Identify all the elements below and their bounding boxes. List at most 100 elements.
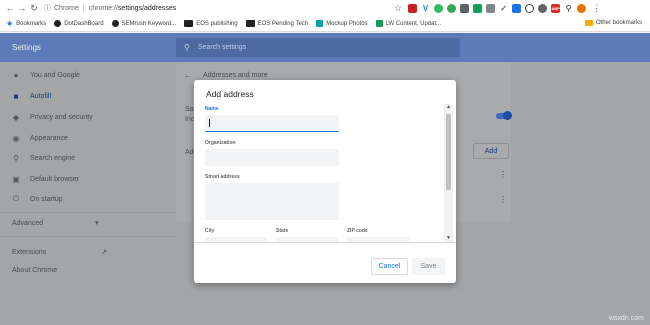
sidebar-item-you-and-google[interactable]: ● You and Google [12,71,80,80]
bookmark-item[interactable]: LW Content, Updat... [375,20,441,27]
city-label: City [205,228,215,234]
ext-red-badge-icon[interactable] [408,3,418,13]
back-icon[interactable]: ← [4,2,16,14]
settings-search-input[interactable]: ⚲ Search settings [176,38,460,57]
ext-v-icon[interactable]: V [421,3,431,13]
browser-toolbar: ← → ↻ ⓘ Chrome | chrome:// settings/addr… [0,0,650,16]
eos-icon [184,20,194,27]
cancel-button[interactable]: Cancel [371,258,408,275]
sidebar-item-search-engine[interactable]: ⚲ Search engine [12,154,76,163]
clipboard-icon: ■ [13,91,19,101]
search-icon: ⚲ [184,43,190,52]
save-addresses-toggle[interactable] [496,111,512,120]
bookmark-item[interactable]: ★ Bookmarks [6,19,46,28]
bookmarks-star-icon: ★ [6,19,14,28]
dialog-body: Name Organization Street address City St… [194,104,456,242]
bookmark-item[interactable]: SEMrush Keyword... [111,20,177,27]
bookmark-label: EOS publishing [196,20,238,27]
sidebar-item-advanced[interactable]: Advanced ▾ [12,219,99,227]
add-address-dialog: Add address Name Organization Street add… [194,80,456,283]
organization-field[interactable] [205,149,339,166]
sidebar-item-label: Privacy and security [30,113,93,121]
other-bookmarks-label: Other bookmarks [595,20,642,26]
save-button[interactable]: Save [412,258,445,275]
scroll-down-icon[interactable]: ▼ [446,235,451,241]
sidebar-divider [0,212,176,213]
street-address-label: Street address [205,174,240,180]
dialog-title: Add address [206,89,254,99]
sidebar-item-on-startup[interactable]: ⏻ On startup [12,194,63,203]
street-address-field[interactable] [205,183,339,220]
bookmark-label: EOS Pending Tech [257,20,309,27]
more-actions-icon[interactable]: ⋮ [499,195,507,204]
dialog-scrollbar[interactable]: ▲ ▼ [444,104,453,242]
dialog-footer: Cancel Save [194,242,456,283]
add-address-button[interactable]: Add [473,143,509,159]
bookmark-label: DotDashBoard [64,20,104,27]
sidebar-item-autofill[interactable]: ■ Autofill [12,91,52,101]
evernote-icon[interactable] [434,3,444,13]
sidebar-item-label: Appearance [30,134,68,142]
bookmark-star-icon[interactable]: ☆ [394,3,402,14]
forward-icon[interactable]: → [16,2,28,14]
sidebar-item-appearance[interactable]: ◉ Appearance [12,134,68,143]
sidebar-item-label: Autofill [30,92,52,100]
address-bar[interactable]: ⓘ Chrome | chrome:// settings/addresses [44,2,364,14]
key-icon[interactable]: ⚲ [564,3,574,13]
more-actions-icon[interactable]: ⋮ [499,170,507,179]
other-bookmarks[interactable]: Other bookmarks [584,20,642,26]
site-info-icon[interactable]: ⓘ [44,3,51,13]
browser-icon: ▣ [12,174,20,184]
name-label: Name [205,106,219,112]
sidebar-item-default-browser[interactable]: ▣ Default browser [12,174,80,184]
sidebar-item-label: Default browser [30,175,80,183]
mockup-icon [316,20,324,27]
page-title: Addresses and more [203,72,268,79]
globe-icon [54,20,62,27]
ext-circle-icon[interactable] [525,3,535,13]
sidebar-item-privacy[interactable]: ◆ Privacy and security [12,113,93,122]
avatar-icon[interactable] [577,3,587,13]
adblock-icon[interactable]: ABP [551,3,561,13]
sidebar-item-about-chrome[interactable]: About Chrome [12,267,57,274]
name-field[interactable] [205,115,339,132]
bookmark-label: SEMrush Keyword... [121,20,177,27]
mail-icon[interactable] [460,3,470,13]
sidebar-item-label: Advanced [12,220,44,227]
scroll-up-icon[interactable]: ▲ [446,104,451,110]
bookmarks-bar: ★ Bookmarks DotDashBoard SEMrush Keyword… [0,16,650,32]
external-link-icon: ↗ [101,249,108,256]
sheets-icon[interactable] [473,3,483,13]
sidebar-item-label: Search engine [30,154,76,162]
bookmark-item[interactable]: DotDashBoard [54,20,104,27]
ext-gray-icon[interactable] [486,3,496,13]
settings-title: Settings [12,43,41,52]
globe-icon [111,20,119,27]
chrome-menu-icon[interactable]: ⋮ [592,3,601,14]
text-caret [209,119,210,127]
bookmark-label: Mockup Photos [326,20,368,27]
sheets-icon [375,20,383,27]
sidebar-item-extensions[interactable]: Extensions ↗ [12,248,107,256]
eos-icon [245,20,255,27]
url-separator: | [82,4,85,12]
url-path: settings/addresses [117,4,177,12]
sidebar-item-label: On startup [30,195,63,203]
bookmark-item[interactable]: EOS publishing [184,20,238,27]
bookmark-item[interactable]: EOS Pending Tech [245,20,309,27]
ext-green-icon[interactable] [447,3,457,13]
watermark: wsxdn.com [608,315,644,322]
extensions-area: V ✓ ABP ⚲ [408,3,587,13]
ext-blue-icon[interactable] [512,3,522,13]
power-icon: ⏻ [12,194,20,203]
bookmark-item[interactable]: Mockup Photos [316,20,368,27]
dropper-icon[interactable]: ✓ [499,3,509,13]
scroll-thumb[interactable] [446,114,451,190]
ext-gear-icon[interactable] [538,3,548,13]
settings-sidebar: ● You and Google ■ Autofill ◆ Privacy an… [0,62,176,325]
reload-icon[interactable]: ↻ [28,2,40,14]
back-arrow-icon[interactable]: ← [184,71,192,80]
folder-icon [584,20,593,26]
zip-code-label: ZIP code [347,228,368,234]
sidebar-item-label: You and Google [30,71,80,79]
